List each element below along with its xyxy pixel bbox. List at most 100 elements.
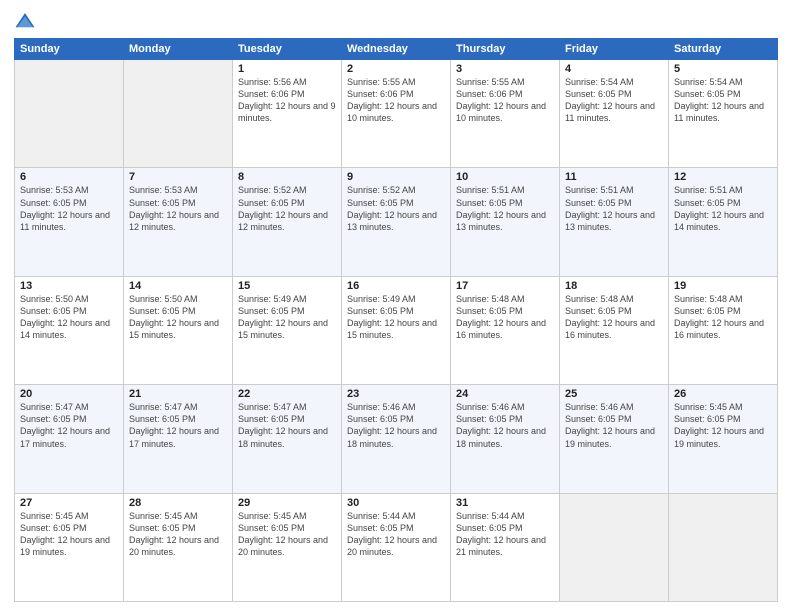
day-info: Sunrise: 5:46 AMSunset: 6:05 PMDaylight:…: [347, 401, 445, 450]
day-number: 8: [238, 171, 336, 183]
day-number: 21: [129, 388, 227, 400]
day-number: 11: [565, 171, 663, 183]
week-row-5: 27 Sunrise: 5:45 AMSunset: 6:05 PMDayligh…: [15, 493, 778, 601]
day-cell: 14Sunrise: 5:50 AMSunset: 6:05 PMDayligh…: [124, 276, 233, 384]
weekday-monday: Monday: [124, 39, 233, 60]
day-cell: 19Sunrise: 5:48 AMSunset: 6:05 PMDayligh…: [669, 276, 778, 384]
header: [14, 10, 778, 32]
day-cell: 23Sunrise: 5:46 AMSunset: 6:05 PMDayligh…: [342, 385, 451, 493]
day-info: Sunrise: 5:48 AMSunset: 6:05 PMDaylight:…: [456, 293, 554, 342]
day-number: 30: [347, 497, 445, 509]
day-cell: 31Sunrise: 5:44 AMSunset: 6:05 PMDayligh…: [451, 493, 560, 601]
day-cell: 21Sunrise: 5:47 AMSunset: 6:05 PMDayligh…: [124, 385, 233, 493]
day-info: Sunrise: 5:45 AMSunset: 6:05 PMDaylight:…: [674, 401, 772, 450]
day-number: 15: [238, 280, 336, 292]
day-cell: 9Sunrise: 5:52 AMSunset: 6:05 PMDaylight…: [342, 168, 451, 276]
day-cell: 12Sunrise: 5:51 AMSunset: 6:05 PMDayligh…: [669, 168, 778, 276]
day-cell: 10Sunrise: 5:51 AMSunset: 6:05 PMDayligh…: [451, 168, 560, 276]
page: SundayMondayTuesdayWednesdayThursdayFrid…: [0, 0, 792, 612]
week-row-3: 13Sunrise: 5:50 AMSunset: 6:05 PMDayligh…: [15, 276, 778, 384]
day-cell: 7Sunrise: 5:53 AMSunset: 6:05 PMDaylight…: [124, 168, 233, 276]
weekday-sunday: Sunday: [15, 39, 124, 60]
day-number: 16: [347, 280, 445, 292]
day-cell: 25Sunrise: 5:46 AMSunset: 6:05 PMDayligh…: [560, 385, 669, 493]
day-info: Sunrise: 5:48 AMSunset: 6:05 PMDaylight:…: [674, 293, 772, 342]
day-cell: 27Sunrise: 5:45 AMSunset: 6:05 PMDayligh…: [15, 493, 124, 601]
day-number: 22: [238, 388, 336, 400]
day-info: Sunrise: 5:50 AMSunset: 6:05 PMDaylight:…: [20, 293, 118, 342]
day-number: 6: [20, 171, 118, 183]
day-info: Sunrise: 5:54 AMSunset: 6:05 PMDaylight:…: [674, 76, 772, 125]
week-row-4: 20 Sunrise: 5:47 AMSunset: 6:05 PMDayligh…: [15, 385, 778, 493]
day-info: Sunrise: 5:45 AMSunset: 6:05 PMDaylight:…: [129, 510, 227, 559]
logo: [14, 10, 40, 32]
day-cell: 6Sunrise: 5:53 AMSunset: 6:05 PMDaylight…: [15, 168, 124, 276]
day-cell: 28Sunrise: 5:45 AMSunset: 6:05 PMDayligh…: [124, 493, 233, 601]
day-info: Sunrise: 5:46 AMSunset: 6:05 PMDaylight:…: [456, 401, 554, 450]
day-cell: 4Sunrise: 5:54 AMSunset: 6:05 PMDaylight…: [560, 60, 669, 168]
day-number: 23: [347, 388, 445, 400]
day-info: Sunrise: 5:48 AMSunset: 6:05 PMDaylight:…: [565, 293, 663, 342]
day-number: 10: [456, 171, 554, 183]
day-cell: 24Sunrise: 5:46 AMSunset: 6:05 PMDayligh…: [451, 385, 560, 493]
day-number: 24: [456, 388, 554, 400]
day-number: 9: [347, 171, 445, 183]
day-info: Sunrise: 5:45 AMSunset: 6:05 PMDaylight:…: [238, 510, 336, 559]
day-number: 12: [674, 171, 772, 183]
day-cell: 16Sunrise: 5:49 AMSunset: 6:05 PMDayligh…: [342, 276, 451, 384]
day-info: Sunrise: 5:55 AMSunset: 6:06 PMDaylight:…: [347, 76, 445, 125]
day-info: Sunrise: 5:52 AMSunset: 6:05 PMDaylight:…: [238, 184, 336, 233]
day-info: Sunrise: 5:46 AMSunset: 6:05 PMDaylight:…: [565, 401, 663, 450]
day-cell: 20Sunrise: 5:47 AMSunset: 6:05 PMDayligh…: [15, 385, 124, 493]
weekday-header-row: SundayMondayTuesdayWednesdayThursdayFrid…: [15, 39, 778, 60]
day-number: 1: [238, 63, 336, 75]
day-number: 5: [674, 63, 772, 75]
day-number: 13: [20, 280, 118, 292]
day-number: 17: [456, 280, 554, 292]
day-cell: 30Sunrise: 5:44 AMSunset: 6:05 PMDayligh…: [342, 493, 451, 601]
day-number: 4: [565, 63, 663, 75]
day-cell: 26Sunrise: 5:45 AMSunset: 6:05 PMDayligh…: [669, 385, 778, 493]
day-info: Sunrise: 5:50 AMSunset: 6:05 PMDaylight:…: [129, 293, 227, 342]
day-info: Sunrise: 5:44 AMSunset: 6:05 PMDaylight:…: [347, 510, 445, 559]
day-cell: [669, 493, 778, 601]
day-info: Sunrise: 5:55 AMSunset: 6:06 PMDaylight:…: [456, 76, 554, 125]
day-number: 29: [238, 497, 336, 509]
day-cell: [15, 60, 124, 168]
day-info: Sunrise: 5:51 AMSunset: 6:05 PMDaylight:…: [456, 184, 554, 233]
day-info: Sunrise: 5:49 AMSunset: 6:05 PMDaylight:…: [238, 293, 336, 342]
day-cell: 11Sunrise: 5:51 AMSunset: 6:05 PMDayligh…: [560, 168, 669, 276]
day-number: 27: [20, 497, 118, 509]
day-number: 25: [565, 388, 663, 400]
weekday-saturday: Saturday: [669, 39, 778, 60]
day-info: Sunrise: 5:54 AMSunset: 6:05 PMDaylight:…: [565, 76, 663, 125]
logo-icon: [14, 10, 36, 32]
day-info: Sunrise: 5:51 AMSunset: 6:05 PMDaylight:…: [674, 184, 772, 233]
day-number: 19: [674, 280, 772, 292]
day-number: 14: [129, 280, 227, 292]
day-number: 18: [565, 280, 663, 292]
day-info: Sunrise: 5:49 AMSunset: 6:05 PMDaylight:…: [347, 293, 445, 342]
week-row-2: 6Sunrise: 5:53 AMSunset: 6:05 PMDaylight…: [15, 168, 778, 276]
day-number: 28: [129, 497, 227, 509]
day-info: Sunrise: 5:47 AMSunset: 6:05 PMDaylight:…: [129, 401, 227, 450]
day-info: Sunrise: 5:51 AMSunset: 6:05 PMDaylight:…: [565, 184, 663, 233]
weekday-friday: Friday: [560, 39, 669, 60]
day-cell: 22Sunrise: 5:47 AMSunset: 6:05 PMDayligh…: [233, 385, 342, 493]
day-cell: [124, 60, 233, 168]
day-cell: 13Sunrise: 5:50 AMSunset: 6:05 PMDayligh…: [15, 276, 124, 384]
day-number: 7: [129, 171, 227, 183]
day-number: 26: [674, 388, 772, 400]
day-info: Sunrise: 5:44 AMSunset: 6:05 PMDaylight:…: [456, 510, 554, 559]
day-number: 20: [20, 388, 118, 400]
day-info: Sunrise: 5:52 AMSunset: 6:05 PMDaylight:…: [347, 184, 445, 233]
weekday-thursday: Thursday: [451, 39, 560, 60]
day-cell: 5Sunrise: 5:54 AMSunset: 6:05 PMDaylight…: [669, 60, 778, 168]
day-cell: 17Sunrise: 5:48 AMSunset: 6:05 PMDayligh…: [451, 276, 560, 384]
day-cell: 29Sunrise: 5:45 AMSunset: 6:05 PMDayligh…: [233, 493, 342, 601]
weekday-tuesday: Tuesday: [233, 39, 342, 60]
day-number: 31: [456, 497, 554, 509]
weekday-wednesday: Wednesday: [342, 39, 451, 60]
calendar-table: SundayMondayTuesdayWednesdayThursdayFrid…: [14, 38, 778, 602]
day-info: Sunrise: 5:47 AMSunset: 6:05 PMDaylight:…: [238, 401, 336, 450]
